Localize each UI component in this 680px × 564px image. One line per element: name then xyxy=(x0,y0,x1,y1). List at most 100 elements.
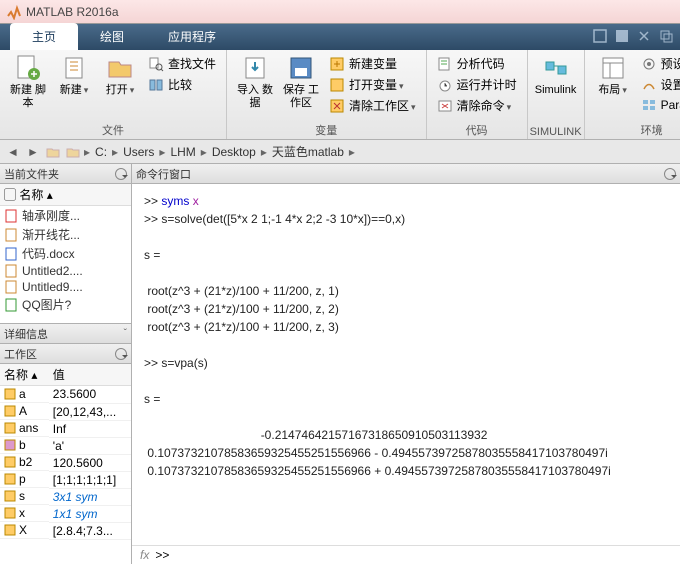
var-value: 120.5600 xyxy=(49,454,131,471)
details-label: 详细信息 xyxy=(4,326,48,342)
group-env-label: 环境 xyxy=(585,122,680,138)
folder-up-icon xyxy=(46,145,60,159)
save-workspace-button[interactable]: 保存 工作区 xyxy=(279,52,323,110)
crumb-0[interactable]: C: xyxy=(92,145,110,159)
new-button[interactable]: 新建 xyxy=(52,52,96,97)
file-icon xyxy=(4,209,18,223)
var-icon xyxy=(4,405,16,417)
file-item[interactable]: Untitled9.... xyxy=(0,279,131,295)
panel-menu-icon[interactable] xyxy=(115,348,127,360)
workspace-var-row[interactable]: x1x1 sym xyxy=(0,505,131,522)
command-output[interactable]: >> syms x>> s=solve(det([5*x 2 1;-1 4*x … xyxy=(132,184,680,545)
var-name: s xyxy=(19,489,25,503)
tab-plots[interactable]: 绘图 xyxy=(78,23,146,50)
file-item[interactable]: 渐开线花... xyxy=(0,225,131,244)
workspace-var-row[interactable]: X[2.8.4;7.3... xyxy=(0,522,131,539)
matlab-logo-icon xyxy=(6,4,22,20)
var-value: 3x1 sym xyxy=(49,488,131,505)
new-var-icon xyxy=(329,56,345,72)
ws-col-name[interactable]: 名称 ▴ xyxy=(0,364,49,386)
command-window-header[interactable]: 命令行窗口 xyxy=(132,164,680,184)
cut-icon[interactable] xyxy=(636,28,652,44)
timer-icon xyxy=(437,77,453,93)
crumb-2[interactable]: LHM xyxy=(167,145,198,159)
file-name: 渐开线花... xyxy=(22,226,80,243)
current-folder-label: 当前文件夹 xyxy=(4,166,59,182)
run-and-time-button[interactable]: 运行并计时 xyxy=(433,75,521,94)
var-icon xyxy=(4,524,16,536)
command-prompt-row[interactable]: fx >> xyxy=(132,545,680,564)
crumb-1[interactable]: Users xyxy=(120,145,157,159)
file-item[interactable]: QQ图片? xyxy=(0,295,131,314)
command-window-label: 命令行窗口 xyxy=(136,166,191,182)
compare-button[interactable]: 比较 xyxy=(144,75,220,94)
var-value: [2.8.4;7.3... xyxy=(49,522,131,539)
parallel-button[interactable]: Parallel xyxy=(637,96,680,114)
file-item[interactable]: 代码.docx xyxy=(0,244,131,263)
left-panels: 当前文件夹 ▢ 名称 ▴ 轴承刚度...渐开线花...代码.docxUntitl… xyxy=(0,164,132,564)
save-quick-icon[interactable] xyxy=(614,28,630,44)
workspace-label: 工作区 xyxy=(4,346,37,362)
clear-workspace-button[interactable]: 清除工作区 xyxy=(325,96,420,115)
var-icon xyxy=(4,388,16,400)
gear-icon xyxy=(641,56,657,72)
up-folder-button[interactable] xyxy=(44,143,62,161)
col-name[interactable]: ▢ 名称 ▴ xyxy=(4,186,53,203)
copy-icon[interactable] xyxy=(658,28,674,44)
workspace-var-row[interactable]: ansInf xyxy=(0,420,131,437)
var-name: A xyxy=(19,404,27,418)
file-name: Untitled2.... xyxy=(22,264,83,278)
main-area: 当前文件夹 ▢ 名称 ▴ 轴承刚度...渐开线花...代码.docxUntitl… xyxy=(0,164,680,564)
dock-icon[interactable] xyxy=(592,28,608,44)
new-script-button[interactable]: 新建 脚本 xyxy=(6,52,50,110)
crumb-4[interactable]: 天蓝色matlab xyxy=(269,143,347,160)
var-value: [1;1;1;1;1;1] xyxy=(49,471,131,488)
current-folder-header[interactable]: 当前文件夹 xyxy=(0,164,131,184)
fx-icon[interactable]: fx xyxy=(140,548,149,562)
var-icon xyxy=(4,422,16,434)
workspace-panel: 名称 ▴ 值 a23.5600A[20,12,43,...ansInfb'a'b… xyxy=(0,364,131,564)
workspace-var-row[interactable]: p[1;1;1;1;1;1] xyxy=(0,471,131,488)
open-variable-button[interactable]: 打开变量 xyxy=(325,75,420,94)
group-file-label: 文件 xyxy=(0,122,226,138)
save-icon xyxy=(287,54,315,82)
analyze-code-button[interactable]: 分析代码 xyxy=(433,54,521,73)
details-header[interactable]: 详细信息 ˇ xyxy=(0,324,131,344)
panel-menu-icon[interactable] xyxy=(115,168,127,180)
panel-menu-icon[interactable] xyxy=(664,168,676,180)
file-name: Untitled9.... xyxy=(22,280,83,294)
layout-button[interactable]: 布局 xyxy=(591,52,635,97)
file-item[interactable]: 轴承刚度... xyxy=(0,206,131,225)
workspace-var-row[interactable]: s 3x1 sym xyxy=(0,488,131,505)
analyze-icon xyxy=(437,56,453,72)
compare-icon xyxy=(148,77,164,93)
tab-apps[interactable]: 应用程序 xyxy=(146,23,238,50)
tab-home[interactable]: 主页 xyxy=(10,23,78,50)
clear-commands-button[interactable]: 清除命令 xyxy=(433,96,521,115)
path-icon xyxy=(641,77,657,93)
group-simulink-label: SIMULINK xyxy=(528,126,584,138)
var-value: Inf xyxy=(49,420,131,437)
preferences-button[interactable]: 预设 xyxy=(637,54,680,73)
workspace-var-row[interactable]: a23.5600 xyxy=(0,386,131,404)
workspace-header[interactable]: 工作区 xyxy=(0,344,131,364)
workspace-var-row[interactable]: b2120.5600 xyxy=(0,454,131,471)
open-button[interactable]: 打开 xyxy=(98,52,142,97)
forward-button[interactable]: ► xyxy=(24,143,42,161)
var-icon xyxy=(4,439,16,451)
simulink-button[interactable]: Simulink xyxy=(534,52,578,97)
ribbon: 新建 脚本 新建 打开 查找文件 比较 文件 导入 数据 xyxy=(0,50,680,140)
workspace-var-row[interactable]: b'a' xyxy=(0,437,131,454)
workspace-var-row[interactable]: A[20,12,43,... xyxy=(0,403,131,420)
find-files-button[interactable]: 查找文件 xyxy=(144,54,220,73)
file-item[interactable]: Untitled2.... xyxy=(0,263,131,279)
var-value: 1x1 sym xyxy=(49,505,131,522)
var-name: a xyxy=(19,387,26,401)
browse-button[interactable] xyxy=(64,143,82,161)
back-button[interactable]: ◄ xyxy=(4,143,22,161)
new-variable-button[interactable]: 新建变量 xyxy=(325,54,420,73)
set-path-button[interactable]: 设置路径 xyxy=(637,75,680,94)
import-data-button[interactable]: 导入 数据 xyxy=(233,52,277,110)
crumb-3[interactable]: Desktop xyxy=(209,145,259,159)
ws-col-value[interactable]: 值 xyxy=(49,364,131,386)
